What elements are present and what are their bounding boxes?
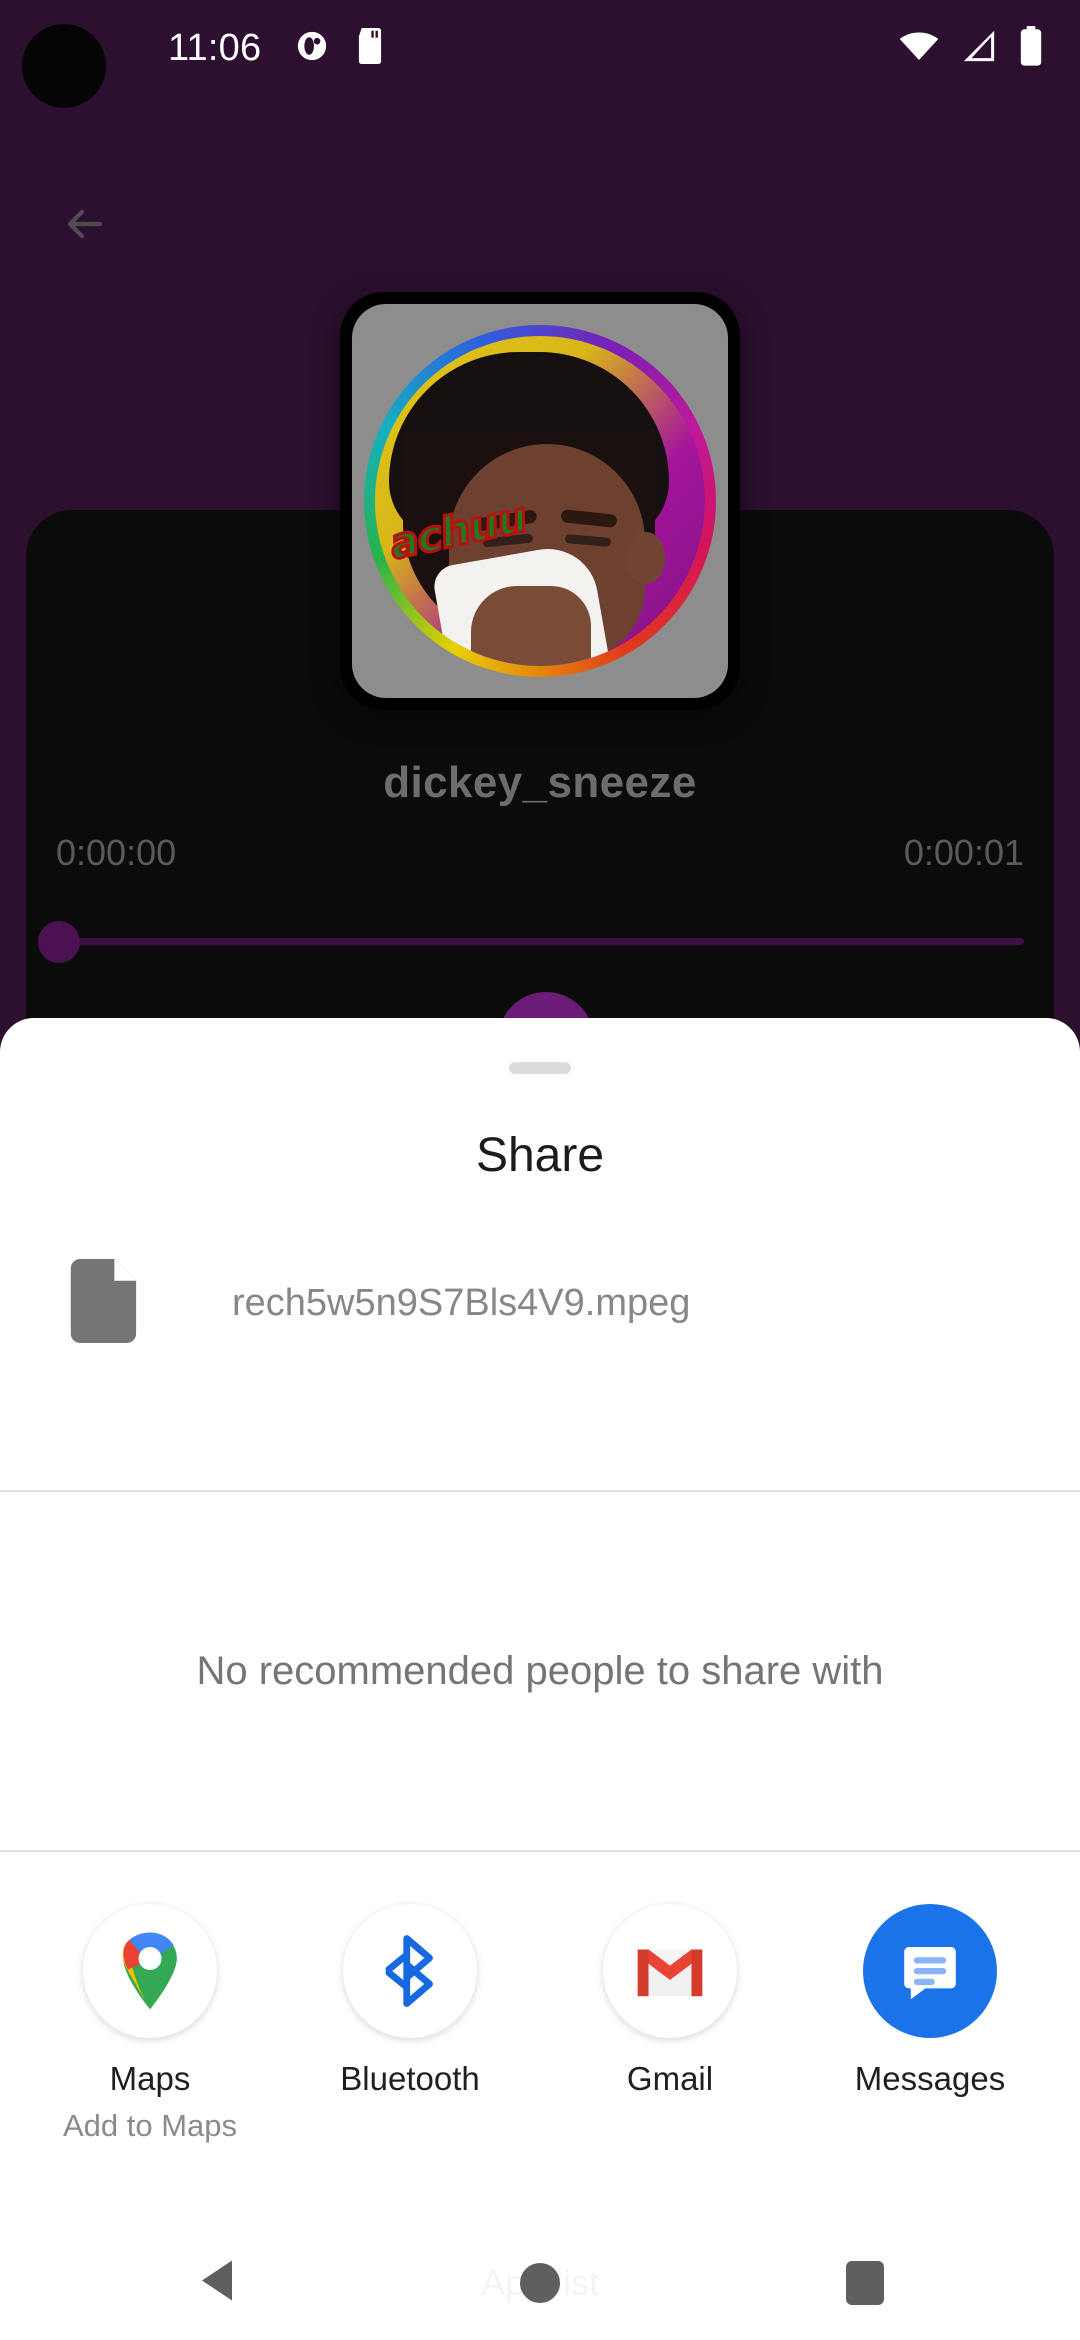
nav-recents-button[interactable] <box>846 2261 884 2305</box>
status-bar: 11:06 <box>0 0 1080 108</box>
share-target-label: Bluetooth <box>340 2060 480 2097</box>
status-bar-notification-icons <box>295 27 385 69</box>
no-recommended-people-text: No recommended people to share with <box>196 1648 884 1693</box>
share-target-app-row: Maps Add to Maps Bluetooth Gmail Message… <box>0 1852 1080 2182</box>
share-target-bluetooth[interactable]: Bluetooth <box>280 1852 540 2182</box>
shared-file-name: rech5w5n9S7Bls4V9.mpeg <box>232 1281 691 1324</box>
share-target-maps[interactable]: Maps Add to Maps <box>20 1852 280 2182</box>
wifi-icon <box>898 30 940 67</box>
camera-punch-hole <box>22 24 106 108</box>
gmail-icon <box>603 1904 737 2038</box>
status-bar-clock: 11:06 <box>168 26 262 69</box>
share-target-label: Maps <box>109 2060 191 2097</box>
messages-icon <box>863 1904 997 2038</box>
nav-back-button[interactable] <box>196 2257 240 2310</box>
share-target-label: Messages <box>854 2060 1006 2097</box>
cellular-signal-icon <box>960 29 998 68</box>
sd-card-icon <box>355 27 385 69</box>
total-time-label: 0:00:01 <box>903 832 1024 873</box>
bluetooth-icon <box>343 1904 477 2038</box>
track-title: dickey_sneeze <box>383 758 697 807</box>
seek-bar[interactable] <box>56 938 1024 945</box>
sheet-drag-handle[interactable] <box>509 1062 571 1074</box>
current-time-label: 0:00:00 <box>56 832 177 873</box>
system-navigation-bar: App list <box>0 2226 1080 2340</box>
document-file-icon <box>70 1258 140 1348</box>
phone-screen: 11:06 achuu dickey_sneeze 0:00:00 0:00:0… <box>0 0 1080 2340</box>
share-sheet-title: Share <box>475 1129 605 1182</box>
back-button[interactable] <box>42 184 126 268</box>
share-sheet: Share rech5w5n9S7Bls4V9.mpeg No recommen… <box>0 1018 1080 2340</box>
share-target-sublabel: Add to Maps <box>62 2108 238 2143</box>
share-target-label: Gmail <box>626 2060 714 2097</box>
notification-glyph-icon <box>295 29 329 68</box>
battery-icon <box>1018 25 1044 71</box>
share-target-gmail[interactable]: Gmail <box>540 1852 800 2182</box>
status-bar-system-icons <box>898 25 1044 71</box>
back-arrow-icon <box>60 200 108 253</box>
shared-file-row[interactable]: rech5w5n9S7Bls4V9.mpeg <box>0 1248 1080 1358</box>
google-maps-icon <box>83 1904 217 2038</box>
nav-home-button[interactable] <box>520 2263 560 2303</box>
share-target-messages[interactable]: Messages <box>800 1852 1060 2182</box>
recommended-people-section: No recommended people to share with <box>0 1492 1080 1850</box>
seek-bar-thumb[interactable] <box>38 921 80 963</box>
album-art: achuu <box>340 292 740 710</box>
